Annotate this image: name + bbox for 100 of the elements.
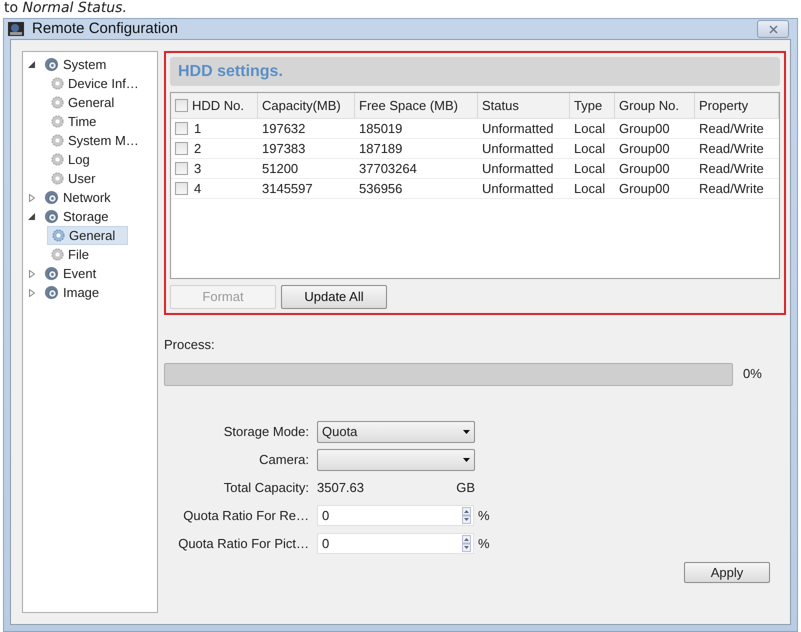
column-header[interactable]: Type: [570, 93, 615, 118]
table-row[interactable]: 3 51200 37703264 Unformatted Local Group00 Read/Write: [171, 159, 779, 179]
table-cell-text: 197383: [262, 140, 306, 158]
tree-item[interactable]: Log: [47, 150, 102, 169]
table-cell-text: Local: [574, 120, 606, 138]
tree-item[interactable]: Time: [47, 112, 108, 131]
table-row[interactable]: 1 197632 185019 Unformatted Local Group00 Read/Write: [171, 119, 779, 139]
unit-text: %: [478, 506, 490, 525]
table-cell-text: Unformatted: [482, 160, 554, 178]
unit-text: GB: [456, 478, 475, 497]
tree-item[interactable]: Device Inf…: [47, 74, 151, 93]
table-cell-text: Read/Write: [699, 160, 764, 178]
app-icon: [8, 22, 24, 36]
caret-icon: [463, 430, 470, 434]
close-button[interactable]: [757, 20, 789, 38]
gear-icon: [51, 77, 64, 90]
table-cell-text: 51200: [262, 160, 298, 178]
tree-item[interactable]: General: [47, 226, 128, 245]
value-text: 3507.63: [317, 478, 365, 497]
globe-gear-icon: [44, 190, 59, 205]
tree-item[interactable]: Event: [40, 264, 108, 283]
select-all-checkbox[interactable]: [175, 99, 188, 112]
tree-item[interactable]: System: [40, 55, 118, 74]
tree-item[interactable]: General: [47, 93, 126, 112]
unit-text: %: [478, 534, 490, 553]
table-cell-text: Read/Write: [699, 180, 764, 198]
gear-icon: [51, 248, 64, 261]
gear-icon: [52, 229, 65, 242]
tree-item[interactable]: Image: [40, 283, 112, 302]
progress-reading: 0%: [743, 365, 762, 384]
field-label: Total Capacity:: [222, 478, 309, 497]
table-cell-text: 185019: [359, 120, 402, 138]
column-header[interactable]: Property: [695, 93, 779, 118]
caption-text: to Normal Status.: [3, 0, 128, 16]
action-button[interactable]: Update All: [281, 285, 387, 309]
table-cell-text: Group00: [619, 120, 670, 138]
spin-arrows-icon[interactable]: [462, 535, 471, 552]
table-row[interactable]: 2 197383 187189 Unformatted Local Group00 Read/Write: [171, 139, 779, 159]
column-header[interactable]: Free Space (MB): [355, 93, 478, 118]
collapsed-arrow-icon[interactable]: [27, 270, 36, 278]
table-cell-text: Group00: [619, 140, 670, 158]
table-cell-text: Unformatted: [482, 180, 554, 198]
gear-icon: [51, 153, 64, 166]
globe-gear-icon: [44, 57, 59, 72]
table-cell-text: Group00: [619, 180, 670, 198]
table-cell-text: Group00: [619, 160, 670, 178]
table-cell-text: 37703264: [359, 160, 417, 178]
expanded-arrow-icon[interactable]: [27, 213, 36, 220]
tree-item[interactable]: System M…: [47, 131, 151, 150]
spin-box[interactable]: 0: [317, 533, 474, 554]
globe-gear-icon: [44, 285, 59, 300]
apply-button[interactable]: Apply: [684, 562, 770, 582]
collapsed-arrow-icon[interactable]: [27, 194, 36, 202]
column-header[interactable]: Group No.: [615, 93, 695, 118]
column-header[interactable]: Capacity(MB): [258, 93, 355, 118]
globe-gear-icon: [44, 266, 59, 281]
dropdown[interactable]: [317, 448, 475, 470]
table-cell-text: 1: [194, 120, 202, 138]
row-checkbox[interactable]: [175, 142, 188, 155]
spin-box[interactable]: 0: [317, 505, 474, 526]
table-cell-text: 4: [194, 180, 202, 198]
field-label: Camera:: [258, 450, 309, 469]
process-label: Process:: [164, 336, 216, 354]
caret-icon: [463, 458, 470, 462]
table-cell-text: 2: [194, 140, 202, 158]
spin-arrows-icon[interactable]: [462, 507, 471, 524]
table-cell-text: 197632: [262, 120, 306, 138]
tree-item[interactable]: File: [47, 245, 101, 264]
gear-icon: [51, 96, 64, 109]
row-checkbox[interactable]: [175, 162, 188, 175]
table-cell-text: 3: [194, 160, 202, 178]
dropdown[interactable]: Quota: [317, 420, 475, 442]
window-title: Remote Configuration: [32, 18, 178, 39]
gear-icon: [51, 134, 64, 147]
tree-item[interactable]: Network: [40, 188, 123, 207]
row-checkbox[interactable]: [175, 182, 188, 195]
column-header[interactable]: HDD No.: [171, 93, 258, 118]
table-cell-text: Unformatted: [482, 120, 554, 138]
row-checkbox[interactable]: [175, 122, 188, 135]
table-cell-text: Unformatted: [482, 140, 554, 158]
field-label: Quota Ratio For Re…: [182, 506, 309, 525]
gear-icon: [51, 115, 64, 128]
table-cell-text: 536956: [359, 180, 402, 198]
expanded-arrow-icon[interactable]: [27, 61, 36, 68]
gear-icon: [51, 172, 64, 185]
table-cell-text: Read/Write: [699, 120, 764, 138]
table-cell-text: 3145597: [262, 180, 313, 198]
collapsed-arrow-icon[interactable]: [27, 288, 36, 296]
field-label: Quota Ratio For Pict…: [177, 534, 309, 553]
table-cell-text: Local: [574, 160, 606, 178]
table-cell-text: Local: [574, 180, 606, 198]
table-cell-text: 187189: [359, 140, 402, 158]
table-cell-text: Local: [574, 140, 606, 158]
tree-item[interactable]: User: [47, 169, 108, 188]
section-header: HDD settings.: [170, 57, 780, 86]
table-row[interactable]: 4 3145597 536956 Unformatted Local Group00 Read/Write: [171, 179, 779, 199]
globe-gear-icon: [44, 209, 59, 224]
column-header[interactable]: Status: [478, 93, 570, 118]
table-cell-text: Read/Write: [699, 140, 764, 158]
tree-item[interactable]: Storage: [40, 207, 121, 226]
